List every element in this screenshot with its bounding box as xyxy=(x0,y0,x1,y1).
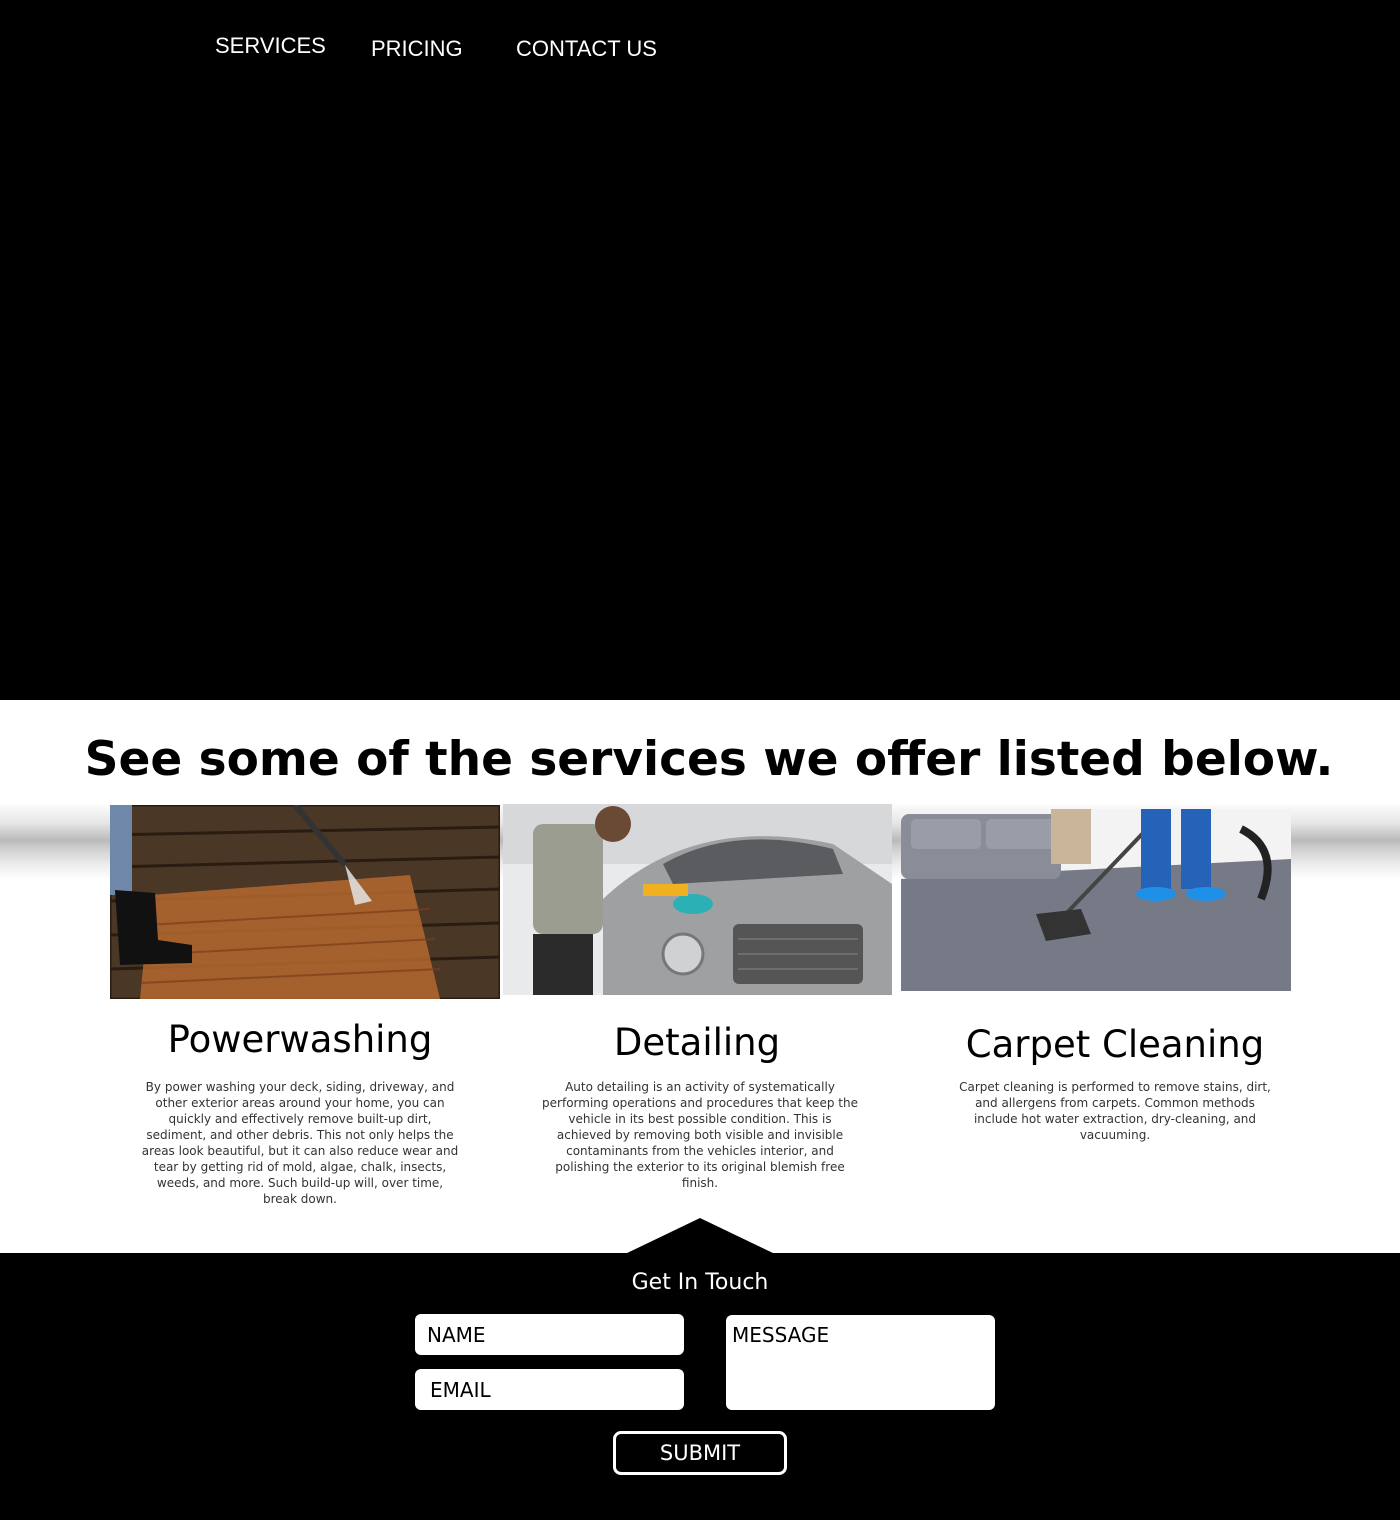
name-field[interactable] xyxy=(415,1314,684,1355)
message-field[interactable] xyxy=(726,1315,995,1410)
service-title-carpet-cleaning: Carpet Cleaning xyxy=(965,1023,1265,1066)
email-field[interactable] xyxy=(415,1369,684,1410)
contact-title: Get In Touch xyxy=(631,1270,769,1295)
hero-section: SERVICES PRICING CONTACT US xyxy=(0,0,1400,700)
powerwashing-photo xyxy=(110,805,500,999)
nav-services-link[interactable]: SERVICES xyxy=(215,33,326,59)
carpet-cleaning-photo xyxy=(901,809,1291,991)
nav-pricing-link[interactable]: PRICING xyxy=(371,36,463,62)
page: SERVICES PRICING CONTACT US See some of … xyxy=(0,0,1400,1520)
services-heading: See some of the services we offer listed… xyxy=(84,732,1334,787)
service-description-carpet-cleaning: Carpet cleaning is performed to remove s… xyxy=(959,1080,1271,1142)
service-title-powerwashing: Powerwashing xyxy=(167,1018,433,1061)
contact-arrow-shape xyxy=(625,1218,775,1254)
services-section: See some of the services we offer listed… xyxy=(0,700,1400,1253)
submit-button[interactable]: SUBMIT xyxy=(613,1431,787,1475)
detailing-photo xyxy=(503,804,892,995)
service-description-powerwashing: By power washing your deck, siding, driv… xyxy=(141,1080,459,1206)
service-description-detailing: Auto detailing is an activity of systema… xyxy=(542,1080,858,1190)
nav-contact-link[interactable]: CONTACT US xyxy=(516,36,657,62)
service-title-detailing: Detailing xyxy=(613,1021,781,1064)
